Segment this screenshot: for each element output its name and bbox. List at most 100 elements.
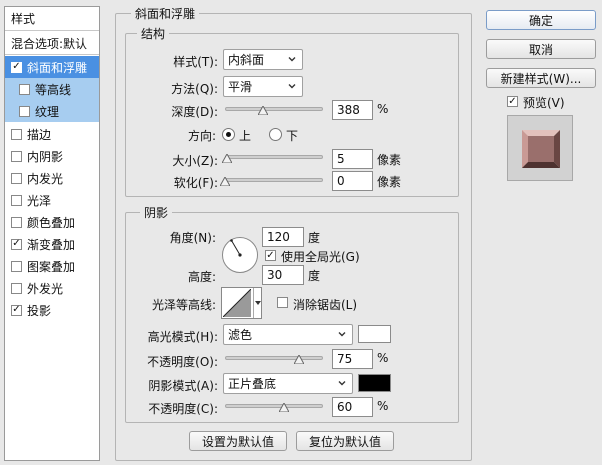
chevron-down-icon	[338, 381, 346, 386]
slider-track	[225, 356, 323, 360]
style-item-label: 内阴影	[27, 149, 64, 164]
outer-glow-checkbox[interactable]	[11, 282, 22, 294]
slider-thumb-icon[interactable]	[293, 355, 304, 364]
style-item-gradient-overlay[interactable]: 渐变叠加	[5, 233, 99, 255]
shadow-opacity-slider[interactable]	[225, 400, 323, 412]
style-item-label: 投影	[27, 303, 52, 318]
satin-checkbox[interactable]	[11, 194, 22, 206]
style-item-bevel-emboss[interactable]: 斜面和浮雕	[5, 56, 99, 78]
softness-label: 软化(F):	[173, 176, 218, 190]
highlight-color-swatch[interactable]	[358, 325, 391, 343]
slider-track	[225, 107, 323, 111]
new-style-button[interactable]: 新建样式(W)...	[486, 68, 596, 88]
global-light-checkbox[interactable]	[265, 250, 276, 261]
style-item-stroke[interactable]: 描边	[5, 123, 99, 145]
shadow-color-swatch[interactable]	[358, 374, 391, 392]
depth-input[interactable]: 388	[332, 100, 373, 120]
shadow-mode-select[interactable]: 正片叠底	[223, 373, 353, 394]
style-item-drop-shadow[interactable]: 投影	[5, 299, 99, 321]
size-slider[interactable]	[221, 151, 323, 163]
style-item-label: 渐变叠加	[27, 237, 76, 252]
chevron-down-icon	[338, 332, 346, 337]
depth-label: 深度(D):	[171, 105, 218, 119]
style-item-inner-glow[interactable]: 内发光	[5, 167, 99, 189]
style-item-contour[interactable]: 等高线	[5, 78, 99, 100]
style-item-pattern-overlay[interactable]: 图案叠加	[5, 255, 99, 277]
chevron-down-icon	[288, 57, 296, 62]
style-item-satin[interactable]: 光泽	[5, 189, 99, 211]
highlight-opacity-slider[interactable]	[225, 352, 323, 364]
shadow-mode-label: 阴影模式(A):	[148, 379, 218, 393]
highlight-mode-value: 滤色	[228, 328, 253, 342]
texture-checkbox[interactable]	[19, 105, 30, 117]
softness-value: 0	[337, 174, 345, 188]
slider-track	[225, 178, 323, 182]
style-item-color-overlay[interactable]: 颜色叠加	[5, 211, 99, 233]
styles-header: 样式	[5, 7, 99, 29]
style-item-label: 等高线	[35, 82, 72, 97]
softness-slider[interactable]	[220, 174, 323, 186]
shadow-mode-value: 正片叠底	[228, 377, 277, 391]
preview-checkbox[interactable]	[507, 96, 518, 107]
highlight-opacity-value: 75	[337, 352, 353, 366]
style-item-label: 颜色叠加	[27, 215, 76, 230]
depth-slider[interactable]	[225, 103, 323, 115]
chevron-down-icon	[288, 84, 296, 89]
gloss-contour-picker[interactable]	[221, 287, 262, 319]
caret-down-icon	[255, 301, 261, 305]
altitude-label: 高度:	[187, 270, 216, 284]
gloss-contour-label: 光泽等高线:	[151, 298, 216, 312]
gradient-overlay-checkbox[interactable]	[11, 238, 22, 250]
size-label: 大小(Z):	[172, 154, 218, 168]
blending-options-label: 混合选项:默认	[11, 36, 88, 51]
anti-alias-label: 消除锯齿(L)	[293, 298, 358, 312]
style-item-label: 内发光	[27, 171, 64, 186]
slider-track	[225, 404, 323, 408]
highlight-mode-select[interactable]: 滤色	[223, 324, 353, 345]
softness-input[interactable]: 0	[332, 171, 373, 191]
inner-shadow-checkbox[interactable]	[11, 150, 22, 162]
highlight-opacity-input[interactable]: 75	[332, 349, 373, 369]
slider-thumb-icon[interactable]	[258, 106, 269, 115]
drop-shadow-checkbox[interactable]	[11, 304, 22, 316]
make-default-button[interactable]: 设置为默认值	[189, 431, 287, 451]
color-overlay-checkbox[interactable]	[11, 216, 22, 228]
slider-thumb-icon[interactable]	[278, 403, 289, 412]
technique-select[interactable]: 平滑	[223, 76, 303, 97]
size-value: 5	[337, 152, 345, 166]
altitude-unit: 度	[308, 269, 321, 283]
softness-unit: 像素	[377, 175, 402, 189]
altitude-value: 30	[267, 268, 283, 282]
structure-title: 结构	[137, 25, 170, 42]
percent-unit: %	[377, 399, 389, 413]
slider-thumb-icon[interactable]	[221, 154, 232, 163]
style-item-outer-glow[interactable]: 外发光	[5, 277, 99, 299]
bevel-emboss-checkbox[interactable]	[11, 61, 22, 73]
stroke-checkbox[interactable]	[11, 128, 22, 140]
slider-thumb-icon[interactable]	[220, 177, 230, 186]
style-item-label: 纹理	[35, 104, 60, 119]
blending-options-item[interactable]: 混合选项:默认	[5, 32, 99, 54]
shadow-opacity-input[interactable]: 60	[332, 397, 373, 417]
altitude-input[interactable]: 30	[262, 265, 304, 285]
slider-track	[225, 155, 323, 159]
anti-alias-checkbox[interactable]	[277, 297, 288, 308]
reset-default-button[interactable]: 复位为默认值	[296, 431, 394, 451]
inner-glow-checkbox[interactable]	[11, 172, 22, 184]
size-input[interactable]: 5	[332, 149, 373, 169]
cancel-button[interactable]: 取消	[486, 39, 596, 59]
bevel-style-select[interactable]: 内斜面	[223, 49, 303, 70]
direction-down-radio[interactable]	[269, 128, 282, 141]
style-item-inner-shadow[interactable]: 内阴影	[5, 145, 99, 167]
highlight-mode-label: 高光模式(H):	[147, 330, 218, 344]
pattern-overlay-checkbox[interactable]	[11, 260, 22, 272]
ok-button[interactable]: 确定	[486, 10, 596, 30]
angle-dial-icon[interactable]	[221, 236, 259, 274]
angle-unit: 度	[308, 231, 321, 245]
style-item-texture[interactable]: 纹理	[5, 100, 99, 122]
contour-checkbox[interactable]	[19, 83, 30, 95]
direction-up-radio[interactable]	[222, 128, 235, 141]
angle-input[interactable]: 120	[262, 227, 304, 247]
style-item-label: 光泽	[27, 193, 52, 208]
style-label: 样式(T):	[173, 55, 218, 69]
